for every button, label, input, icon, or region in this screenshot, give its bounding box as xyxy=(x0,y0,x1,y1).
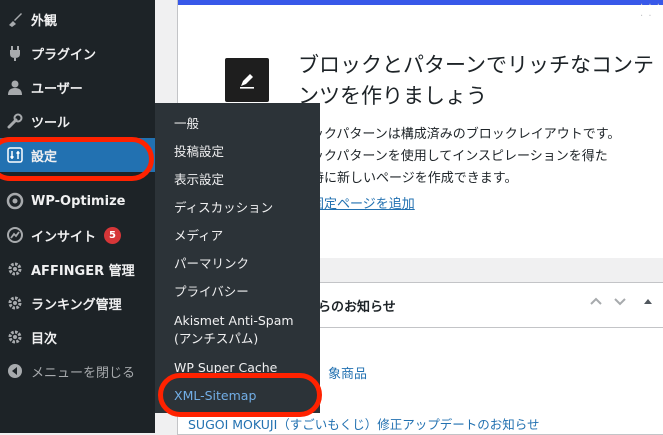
wp-optimize-icon xyxy=(5,191,25,211)
news-link[interactable]: 象商品 xyxy=(328,363,367,382)
sidebar-item-appearance[interactable]: 外観 xyxy=(0,2,155,36)
sidebar-item-label: 設定 xyxy=(31,149,58,165)
sidebar-item-label: ツール xyxy=(31,115,71,131)
gear-icon xyxy=(5,327,25,347)
submenu-item-writing[interactable]: 投稿設定 xyxy=(174,143,224,161)
submenu-item-reading[interactable]: 表示設定 xyxy=(174,171,224,189)
submenu-item-general[interactable]: 一般 xyxy=(174,115,199,133)
chevron-down-icon[interactable] xyxy=(612,293,628,313)
sidebar-item-label: WP-Optimize xyxy=(31,193,126,209)
sidebar-item-affinger[interactable]: AFFINGER 管理 xyxy=(0,252,155,286)
sidebar-item-label: ユーザー xyxy=(31,81,83,97)
sidebar-item-tools[interactable]: ツール xyxy=(0,104,155,138)
paintbrush-icon xyxy=(5,9,25,29)
gear-icon xyxy=(5,293,25,313)
sidebar-item-label: 外観 xyxy=(31,13,58,29)
submenu-item-permalinks[interactable]: パーマリンク xyxy=(174,255,249,273)
sidebar-item-users[interactable]: ユーザー xyxy=(0,70,155,104)
edit-icon xyxy=(225,58,269,102)
chevron-up-icon[interactable] xyxy=(588,293,604,313)
sidebar-item-label: メニューを閉じる xyxy=(31,365,136,381)
submenu-item-media[interactable]: メディア xyxy=(174,227,223,245)
collapse-menu-button[interactable]: メニューを閉じる xyxy=(0,354,155,388)
submenu-item-akismet[interactable]: Akismet Anti-Spam (アンチスパム) xyxy=(174,312,294,348)
sidebar-item-label: 目次 xyxy=(31,331,58,347)
admin-sidebar: 外観 プラグイン ユーザー ツール 設定 WP-Optimize インサイト 5… xyxy=(0,0,155,433)
sidebar-item-label: AFFINGER 管理 xyxy=(31,263,135,279)
sidebar-item-label: インサイト xyxy=(31,229,97,245)
plugin-icon xyxy=(5,43,25,63)
wrench-icon xyxy=(5,111,25,131)
accent-strip xyxy=(178,0,663,5)
insights-icon xyxy=(5,225,25,245)
sidebar-item-label: ランキング管理 xyxy=(31,297,122,313)
sidebar-item-wp-optimize[interactable]: WP-Optimize xyxy=(0,184,155,218)
submenu-item-discussion[interactable]: ディスカッション xyxy=(174,199,273,217)
more-dots-icon: · · · · · xyxy=(640,0,661,22)
notification-badge: 5 xyxy=(104,226,122,244)
toggle-arrow-icon[interactable] xyxy=(642,293,654,313)
sidebar-item-insights[interactable]: インサイト 5 xyxy=(0,218,155,252)
user-icon xyxy=(5,77,25,97)
sidebar-item-settings[interactable]: 設定 xyxy=(0,138,155,172)
sidebar-item-toc[interactable]: 目次 xyxy=(0,320,155,354)
settings-submenu: 一般 投稿設定 表示設定 ディスカッション メディア パーマリンク プライバシー… xyxy=(155,103,320,413)
gear-icon xyxy=(5,259,25,279)
sidebar-item-label: プラグイン xyxy=(31,47,97,63)
news-widget-title: らのお知らせ xyxy=(318,300,396,315)
sidebar-item-ranking[interactable]: ランキング管理 xyxy=(0,286,155,320)
submenu-item-wp-super-cache[interactable]: WP Super Cache xyxy=(174,359,277,377)
news-link[interactable]: SUGOI MOKUJI（すごいもくじ）修正アップデートのお知らせ xyxy=(188,414,540,433)
sidebar-item-plugins[interactable]: プラグイン xyxy=(0,36,155,70)
welcome-description: ロックパターンは構成済みのブロックレイアウトです。 ロックパターンを使用してイン… xyxy=(298,127,621,186)
submenu-item-privacy[interactable]: プライバシー xyxy=(174,283,249,301)
settings-icon xyxy=(5,145,25,165)
submenu-item-xml-sitemap[interactable]: XML-Sitemap xyxy=(174,387,256,405)
welcome-headline: ブロックとパターンでリッチなコンテンツを作りましょう xyxy=(298,53,654,108)
collapse-icon xyxy=(5,361,25,381)
